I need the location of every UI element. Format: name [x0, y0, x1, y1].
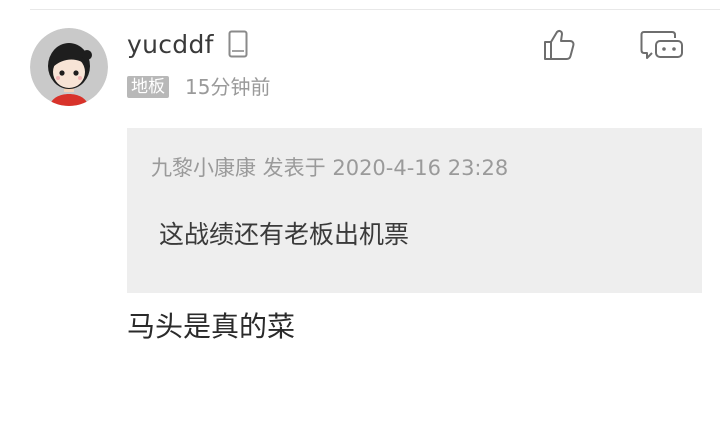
post-time: 15分钟前 — [185, 75, 271, 99]
comment-bubble-icon[interactable] — [640, 30, 684, 64]
floor-badge: 地板 — [127, 76, 169, 98]
quote-text: 这战绩还有老板出机票 — [159, 220, 410, 249]
avatar[interactable] — [30, 28, 108, 106]
avatar-image — [30, 28, 108, 106]
comment-content: 马头是真的菜 — [127, 310, 296, 343]
username[interactable]: yucddf — [127, 29, 214, 61]
phone-icon — [228, 30, 248, 62]
quote-meta: 九黎小康康 发表于 2020-4-16 23:28 — [151, 156, 509, 180]
top-divider — [30, 9, 720, 10]
quoted-post[interactable]: 九黎小康康 发表于 2020-4-16 23:28 这战绩还有老板出机票 — [127, 128, 702, 293]
comment-page: yucddf 地板 15分钟前 九黎小康康 发表于 2020-4-16 23:2… — [0, 0, 720, 440]
thumbs-up-icon[interactable] — [542, 29, 576, 65]
